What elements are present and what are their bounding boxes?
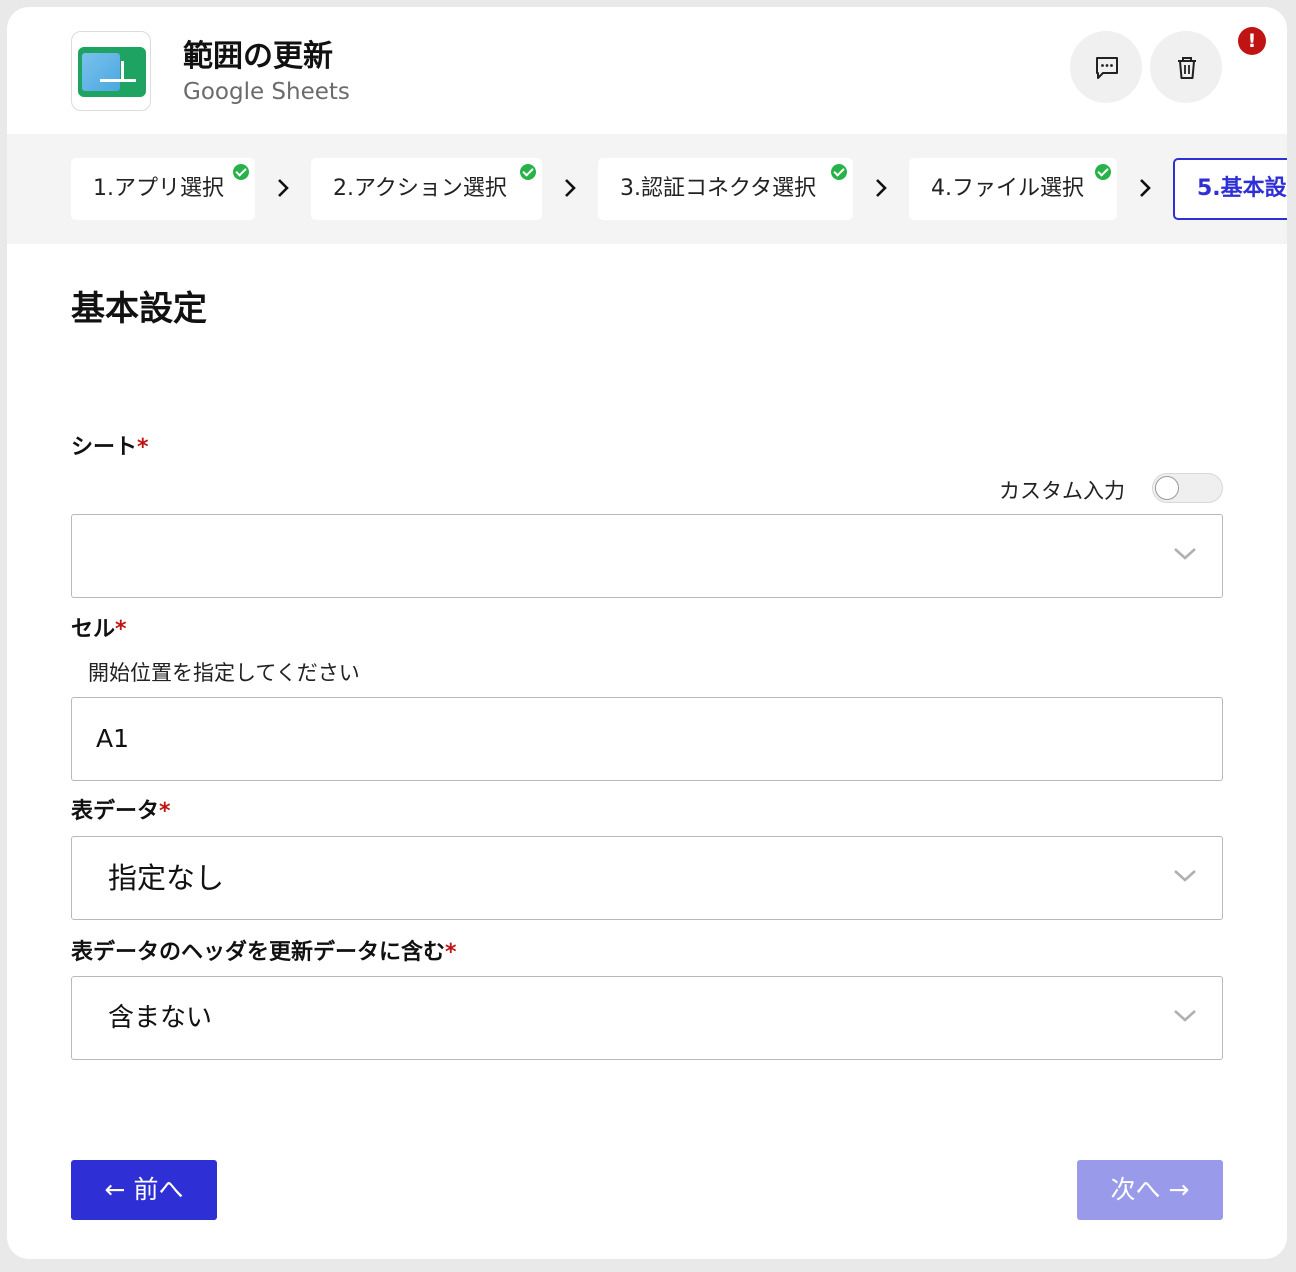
trash-icon [1178, 57, 1196, 79]
sheet-select[interactable] [71, 514, 1223, 598]
table-data-select[interactable]: 指定なし [71, 836, 1223, 920]
workflow-step-card: 範囲の更新 Google Sheets ! 1.アプリ選択 2.アクション選択 … [7, 7, 1287, 1259]
delete-button[interactable] [1150, 31, 1222, 103]
toggle-knob [1155, 476, 1179, 500]
google-sheets-icon [71, 31, 151, 111]
next-button[interactable]: 次へ → [1077, 1160, 1223, 1220]
custom-input-label: カスタム入力 [999, 479, 1125, 503]
step-label: 4.ファイル選択 [931, 176, 1084, 201]
step-app-select[interactable]: 1.アプリ選択 [71, 158, 255, 220]
include-header-label: 表データのヘッダを更新データに含む* [71, 940, 457, 965]
step-file-select[interactable]: 4.ファイル選択 [909, 158, 1117, 220]
comment-icon [1096, 57, 1118, 79]
app-name: Google Sheets [183, 79, 350, 105]
check-icon [233, 164, 249, 180]
step-basic-settings[interactable]: 5.基本設 [1173, 158, 1287, 220]
include-header-select[interactable]: 含まない [71, 976, 1223, 1060]
step-action-select[interactable]: 2.アクション選択 [311, 158, 542, 220]
chevron-down-icon [1174, 870, 1196, 882]
step-label: 3.認証コネクタ選択 [620, 176, 817, 201]
check-icon [1095, 164, 1111, 180]
chevron-right-icon [565, 179, 576, 197]
page-title: 範囲の更新 [183, 39, 333, 74]
cell-input[interactable]: A1 [71, 697, 1223, 781]
comment-button[interactable] [1070, 31, 1142, 103]
step-connector-select[interactable]: 3.認証コネクタ選択 [598, 158, 853, 220]
chevron-right-icon [1140, 179, 1151, 197]
chevron-down-icon [1174, 548, 1196, 560]
section-title: 基本設定 [71, 289, 207, 329]
include-header-select-value: 含まない [108, 1003, 213, 1033]
step-progress-bar: 1.アプリ選択 2.アクション選択 3.認証コネクタ選択 4.ファイル選択 5.… [7, 134, 1287, 244]
step-label: 1.アプリ選択 [93, 176, 224, 201]
check-icon [831, 164, 847, 180]
cell-label: セル* [71, 617, 127, 642]
alert-icon: ! [1238, 27, 1266, 55]
chevron-down-icon [1174, 1010, 1196, 1022]
table-data-select-value: 指定なし [108, 861, 225, 895]
table-data-label: 表データ* [71, 799, 171, 824]
step-label: 2.アクション選択 [333, 176, 507, 201]
step-label: 5.基本設 [1197, 176, 1287, 201]
cell-hint: 開始位置を指定してください [88, 661, 360, 685]
chevron-right-icon [876, 179, 887, 197]
prev-button[interactable]: ← 前へ [71, 1160, 217, 1220]
custom-input-toggle[interactable] [1152, 473, 1223, 503]
chevron-right-icon [278, 179, 289, 197]
header: 範囲の更新 Google Sheets ! [7, 7, 1287, 134]
cell-input-value: A1 [96, 724, 130, 753]
sheet-label: シート* [71, 435, 149, 460]
check-icon [520, 164, 536, 180]
